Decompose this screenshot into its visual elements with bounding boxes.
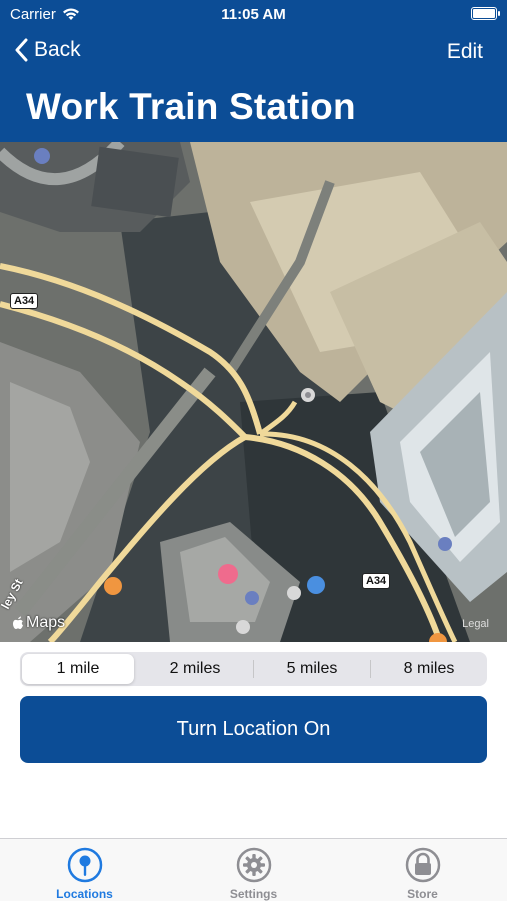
tab-locations[interactable]: Locations <box>0 839 169 901</box>
segment-1-mile[interactable]: 1 mile <box>22 654 134 684</box>
tab-settings[interactable]: Settings <box>169 839 338 901</box>
segment-divider <box>253 660 254 678</box>
tab-label: Settings <box>229 887 278 901</box>
legal-link[interactable]: Legal <box>462 618 489 630</box>
status-bar: Carrier 11:05 AM <box>0 0 507 28</box>
turn-location-on-button[interactable]: Turn Location On <box>20 696 487 763</box>
maps-attribution: Maps <box>12 614 65 632</box>
segment-divider <box>370 660 371 678</box>
radius-segmented-control[interactable]: 1 mile 2 miles 5 miles 8 miles <box>20 652 487 686</box>
tab-label: Store <box>407 887 438 901</box>
page-title: Work Train Station <box>26 86 356 127</box>
apple-logo-icon <box>13 616 23 629</box>
tab-store[interactable]: Store <box>338 839 507 901</box>
battery-icon <box>471 7 500 20</box>
segment-5-miles[interactable]: 5 miles <box>256 654 368 684</box>
gear-icon <box>236 847 271 883</box>
maps-label: Maps <box>26 614 66 631</box>
back-label: Back <box>34 38 81 61</box>
road-shield: A34 <box>362 573 391 589</box>
edit-button[interactable]: Edit <box>447 40 483 64</box>
back-button[interactable]: Back <box>14 38 81 62</box>
navigation-header: Carrier 11:05 AM Back Edit Work Train St… <box>0 0 507 142</box>
segment-2-miles[interactable]: 2 miles <box>139 654 251 684</box>
tab-label: Locations <box>56 887 113 901</box>
tab-bar: Locations Settings Store <box>0 838 507 901</box>
chevron-left-icon <box>15 38 28 62</box>
road-shield: A34 <box>10 293 39 309</box>
segment-8-miles[interactable]: 8 miles <box>373 654 485 684</box>
lock-icon <box>405 847 440 883</box>
location-pin-icon <box>67 847 102 883</box>
status-time: 11:05 AM <box>221 6 286 23</box>
map-view[interactable]: A34 A34 ley St Maps Legal <box>0 142 507 642</box>
